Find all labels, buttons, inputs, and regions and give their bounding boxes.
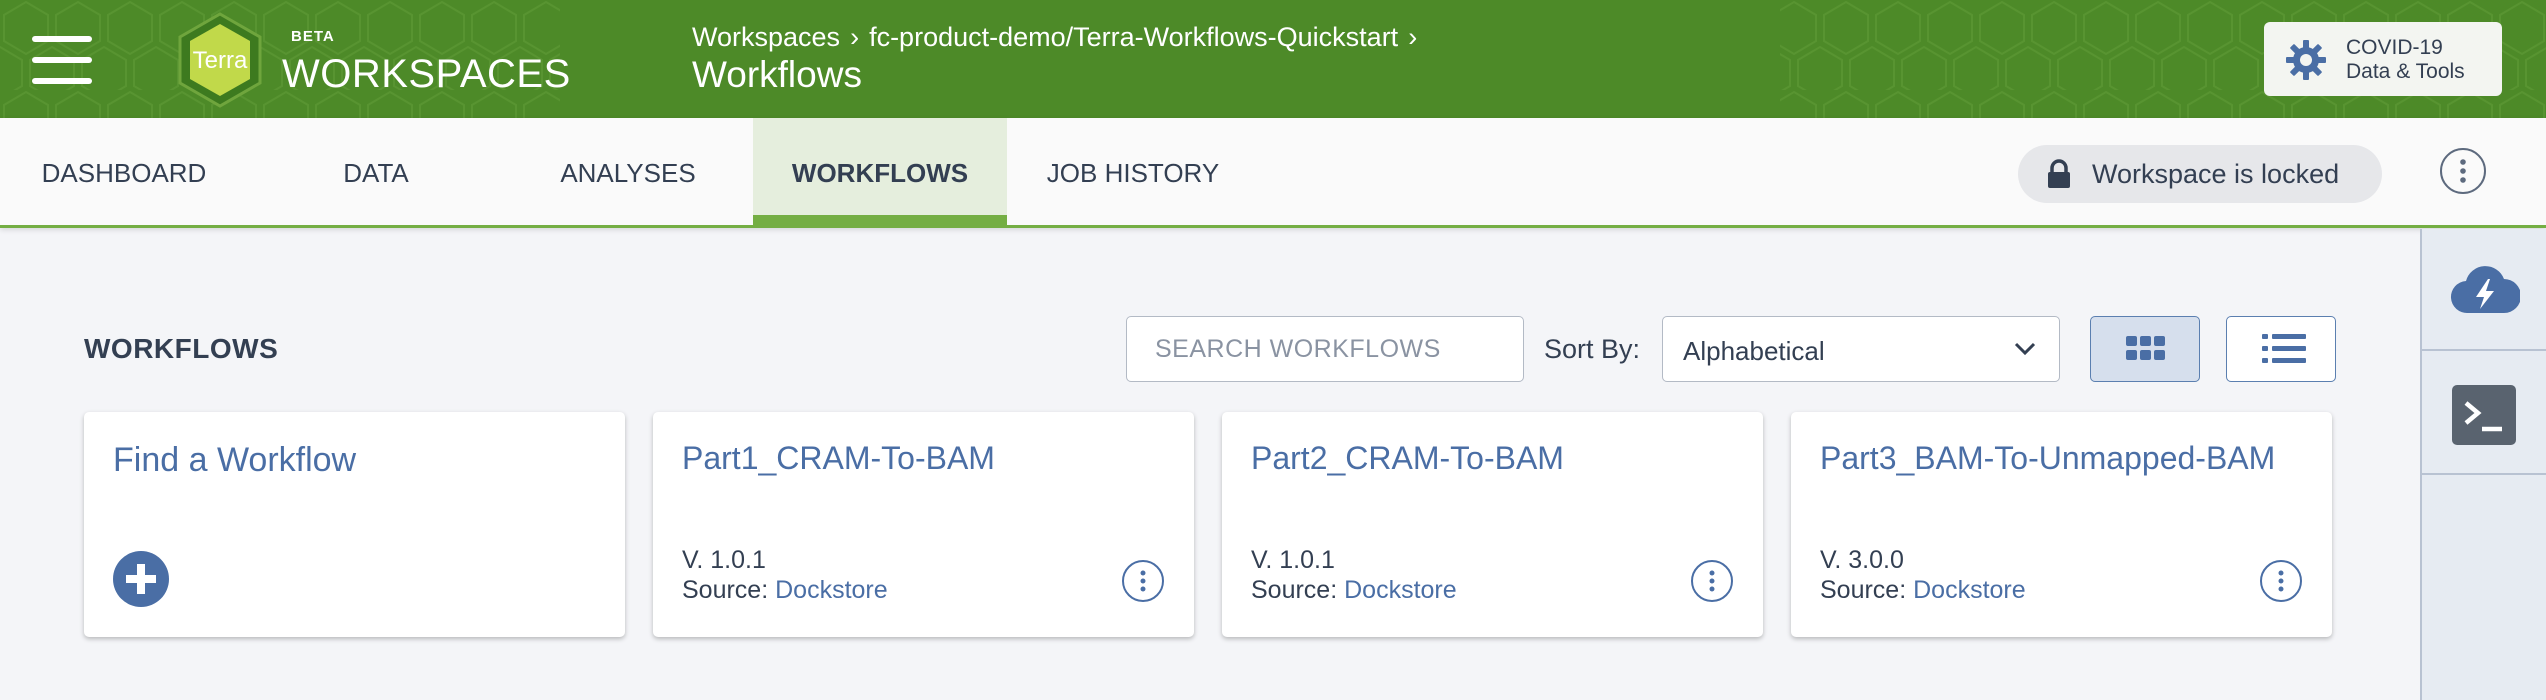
page-title: Workflows — [692, 54, 862, 95]
workflow-version: V. 3.0.0 — [1820, 546, 1904, 574]
more-vertical-icon — [1709, 570, 1715, 592]
source-link[interactable]: Dockstore — [775, 576, 888, 604]
workflow-name: Part1_CRAM-To-BAM — [682, 440, 995, 476]
covid-data-tools-button[interactable]: COVID-19 Data & Tools — [2264, 22, 2502, 96]
more-vertical-icon — [1140, 570, 1146, 592]
source-label: Source: — [1820, 576, 1907, 604]
source-link[interactable]: Dockstore — [1913, 576, 2026, 604]
more-vertical-icon — [2278, 570, 2284, 592]
tab-data[interactable]: DATA — [248, 118, 504, 225]
workflow-card[interactable]: Part2_CRAM-To-BAM V. 1.0.1 Source: Docks… — [1222, 412, 1763, 637]
sort-selected-value: Alphabetical — [1683, 336, 1825, 366]
breadcrumb-separator: › — [850, 22, 860, 52]
list-view-icon — [2262, 334, 2306, 363]
menu-line — [32, 78, 92, 84]
breadcrumb: Workspaces › fc-product-demo/Terra-Workflo… — [692, 22, 1427, 53]
sort-by-select[interactable]: Alphabetical — [1662, 316, 2060, 382]
workflow-source: Source: Dockstore — [1251, 576, 1457, 605]
hamburger-menu-button[interactable] — [32, 36, 92, 84]
breadcrumb-workspaces-link[interactable]: Workspaces — [692, 22, 840, 52]
plus-circle-icon — [113, 551, 169, 607]
workflow-source: Source: Dockstore — [682, 576, 888, 605]
workflow-version: V. 1.0.1 — [682, 546, 766, 574]
tab-job-history[interactable]: JOB HISTORY — [1007, 118, 1259, 225]
gear-icon — [2286, 40, 2326, 80]
workspace-tab-bar: DASHBOARD DATA ANALYSES WORKFLOWS JOB HI… — [0, 118, 2546, 228]
source-label: Source: — [1251, 576, 1338, 604]
workflow-version: V. 1.0.1 — [1251, 546, 1335, 574]
top-header: Terra BETA WORKSPACES Workspaces › fc-prod… — [0, 0, 2546, 118]
menu-line — [32, 57, 92, 63]
covid-button-label: COVID-19 Data & Tools — [2346, 36, 2465, 84]
brand-title[interactable]: WORKSPACES — [282, 52, 571, 97]
cloud-environment-button[interactable] — [2422, 229, 2546, 351]
list-view-button[interactable] — [2226, 316, 2336, 382]
breadcrumb-workspace-link[interactable]: fc-product-demo/Terra-Workflows-Quicksta… — [869, 22, 1398, 52]
workflow-card[interactable]: Part1_CRAM-To-BAM V. 1.0.1 Source: Docks… — [653, 412, 1194, 637]
logo-text: Terra — [193, 47, 248, 74]
sort-by-label: Sort By: — [1544, 334, 1641, 364]
workflow-source: Source: Dockstore — [1820, 576, 2026, 605]
beta-label: BETA — [291, 28, 335, 45]
workflows-section-title: WORKFLOWS — [84, 333, 279, 364]
grid-view-icon — [2126, 336, 2165, 360]
workflow-card[interactable]: Part3_BAM-To-Unmapped-BAM V. 3.0.0 Sourc… — [1791, 412, 2332, 637]
tab-dashboard[interactable]: DASHBOARD — [0, 118, 248, 225]
chevron-down-icon — [2014, 342, 2036, 356]
menu-line — [32, 36, 92, 42]
workspace-menu-button[interactable] — [2440, 148, 2486, 194]
workflow-menu-button[interactable] — [1122, 560, 1164, 602]
find-workflow-card[interactable]: Find a Workflow — [84, 412, 625, 637]
terminal-icon — [2452, 385, 2516, 445]
workflow-menu-button[interactable] — [2260, 560, 2302, 602]
more-vertical-icon — [2460, 159, 2466, 183]
workflow-menu-button[interactable] — [1691, 560, 1733, 602]
tab-workflows[interactable]: WORKFLOWS — [753, 118, 1007, 225]
lock-status-text: Workspace is locked — [2092, 159, 2340, 189]
covid-label-line2: Data & Tools — [2346, 60, 2465, 83]
right-tool-sidebar — [2420, 229, 2546, 700]
grid-view-button[interactable] — [2090, 316, 2200, 382]
source-link[interactable]: Dockstore — [1344, 576, 1457, 604]
source-label: Source: — [682, 576, 769, 604]
cloud-lightning-icon — [2451, 266, 2520, 314]
workspace-locked-badge[interactable]: Workspace is locked — [2018, 145, 2382, 203]
tab-analyses[interactable]: ANALYSES — [504, 118, 752, 225]
search-workflows-input[interactable] — [1126, 316, 1524, 382]
find-workflow-title: Find a Workflow — [113, 441, 357, 479]
terra-logo[interactable]: Terra — [170, 10, 270, 110]
lock-icon — [2048, 159, 2070, 188]
workflow-name: Part3_BAM-To-Unmapped-BAM — [1820, 440, 2276, 476]
terminal-button[interactable] — [2422, 353, 2546, 475]
covid-label-line1: COVID-19 — [2346, 36, 2443, 59]
breadcrumb-separator: › — [1408, 22, 1418, 52]
workflow-name: Part2_CRAM-To-BAM — [1251, 440, 1564, 476]
